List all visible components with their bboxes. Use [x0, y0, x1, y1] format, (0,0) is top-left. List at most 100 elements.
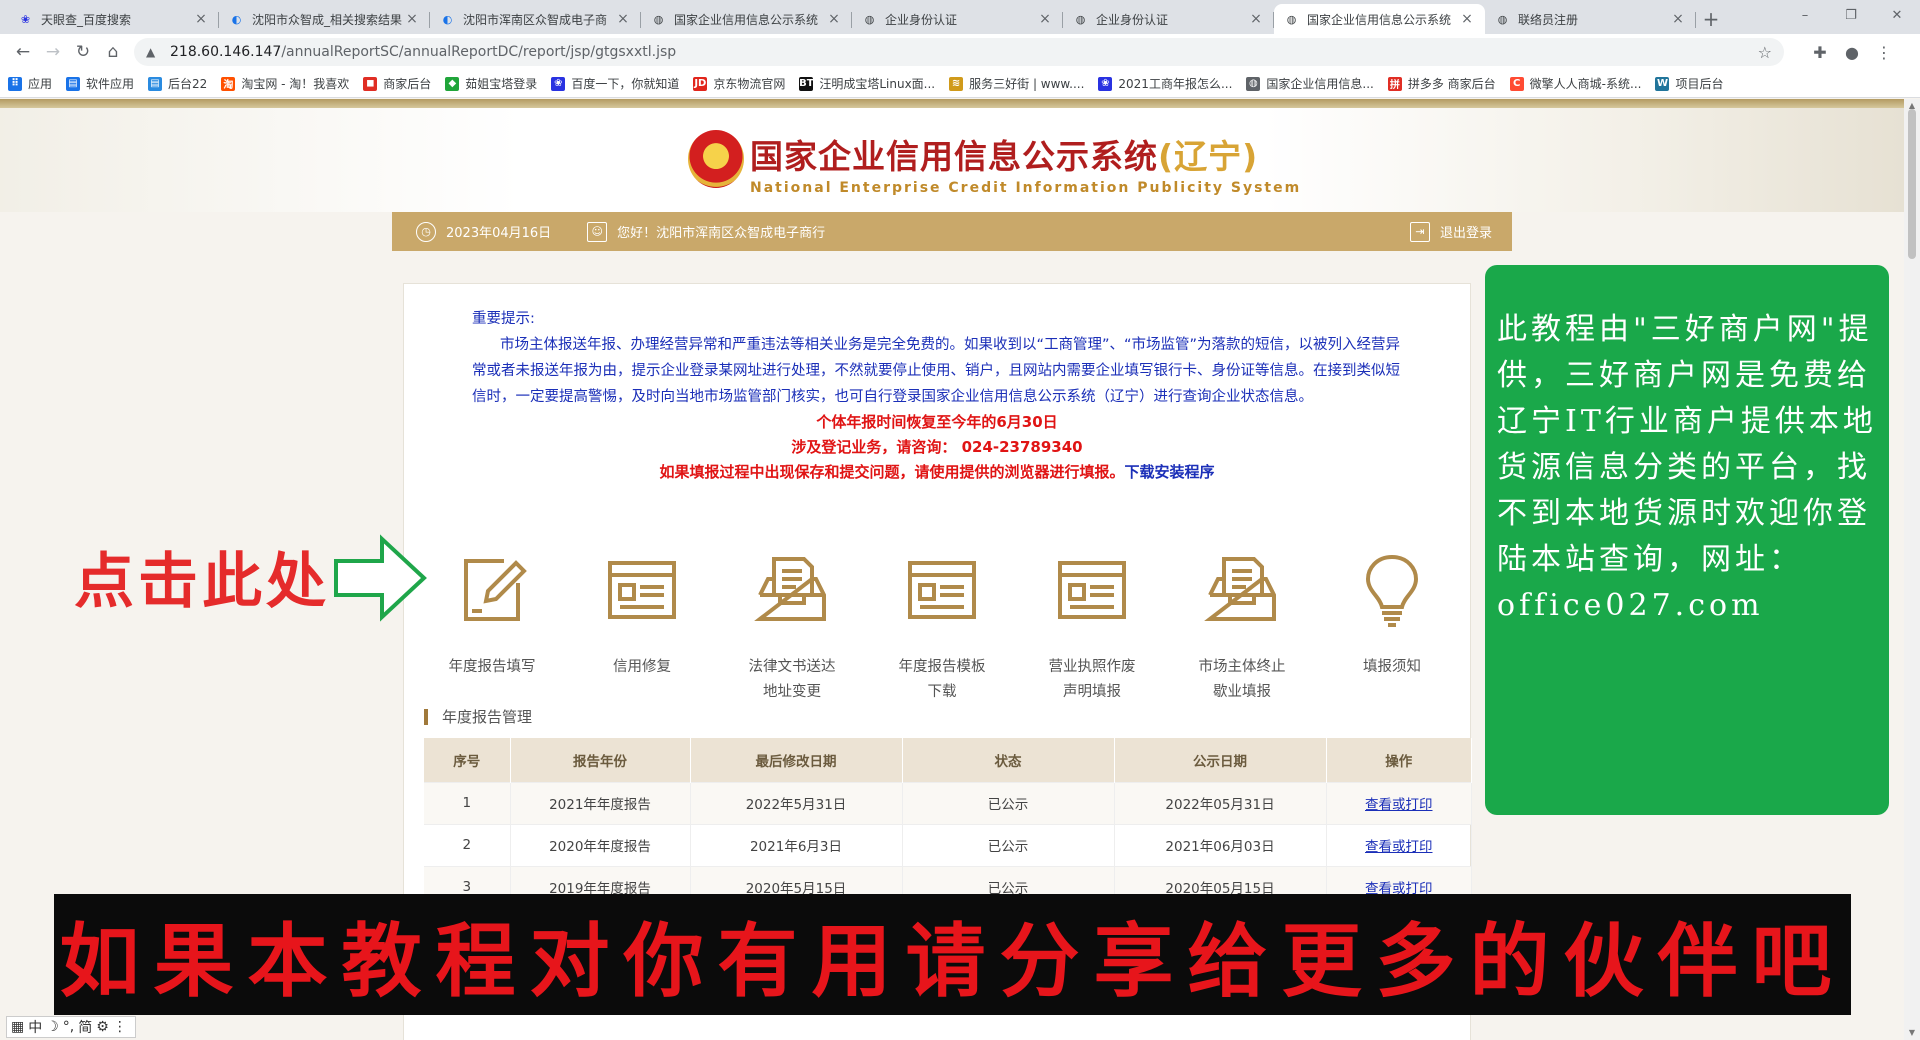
- view-print-link[interactable]: 查看或打印: [1365, 797, 1433, 813]
- ime-settings-icon[interactable]: ⚙: [96, 1019, 109, 1035]
- tab-0[interactable]: ❀ 天眼查_百度搜索 ×: [8, 4, 219, 34]
- close-icon[interactable]: ×: [826, 11, 842, 27]
- ime-toolbar[interactable]: ▦ 中 ☽ °, 简 ⚙ ⋮: [6, 1016, 136, 1038]
- reload-icon[interactable]: ↻: [68, 37, 98, 67]
- national-emblem-icon: [688, 130, 744, 188]
- annual-report-fill-button[interactable]: 年度报告填写: [432, 549, 552, 680]
- close-window-icon[interactable]: ✕: [1874, 0, 1920, 30]
- notice-heading: 重要提示:: [472, 311, 535, 327]
- click-here-annotation: 点击此处: [74, 547, 330, 617]
- restore-icon[interactable]: ❐: [1828, 0, 1874, 30]
- ime-mode[interactable]: 中: [28, 1017, 42, 1037]
- close-icon[interactable]: ×: [193, 11, 209, 27]
- share-banner: 如果本教程对你有用请分享给更多的伙伴吧: [54, 894, 1851, 1015]
- ime-simplified[interactable]: 简: [78, 1017, 92, 1037]
- tab-7[interactable]: ◍ 联络员注册 ×: [1485, 4, 1696, 34]
- tab-4[interactable]: ◍ 企业身份认证 ×: [852, 4, 1063, 34]
- close-icon[interactable]: ×: [1248, 11, 1264, 27]
- bookmark-label: 软件应用: [86, 77, 135, 91]
- address-bar[interactable]: ▲ 218.60.146.147/annualReportSC/annualRe…: [134, 38, 1784, 66]
- credit-repair-button[interactable]: 信用修复: [582, 549, 702, 680]
- close-icon[interactable]: ×: [1459, 11, 1475, 27]
- report-template-download-button[interactable]: 年度报告模板 下载: [882, 549, 1002, 705]
- baidu-icon: ❀: [1098, 76, 1113, 91]
- function-label: 填报须知: [1363, 659, 1421, 675]
- wordpress-icon: W: [1655, 76, 1670, 91]
- tab-title: 企业身份认证: [885, 12, 958, 27]
- tab-2[interactable]: ◐ 沈阳市浑南区众智成电子商 ×: [430, 4, 641, 34]
- pdd-icon: 拼: [1387, 76, 1402, 91]
- cell-index: 1: [424, 781, 511, 824]
- bookmark-label: 2021工商年报怎么...: [1118, 77, 1233, 91]
- tab-5[interactable]: ◍ 企业身份认证 ×: [1063, 4, 1274, 34]
- not-secure-icon[interactable]: ▲: [146, 45, 162, 59]
- close-icon[interactable]: ×: [404, 11, 420, 27]
- edit-form-icon: [464, 559, 527, 621]
- license-void-statement-button[interactable]: 营业执照作废 声明填报: [1032, 549, 1152, 705]
- scroll-down-icon[interactable]: ▼: [1904, 1026, 1920, 1040]
- function-label-2: 歇业填报: [1213, 684, 1271, 700]
- bookmark-11[interactable]: ◍ 国家企业信用信息...: [1246, 75, 1374, 92]
- globe-icon: ◍: [1286, 12, 1297, 26]
- ime-grid-icon[interactable]: ▦: [11, 1019, 24, 1035]
- ime-moon-icon[interactable]: ☽: [46, 1019, 59, 1035]
- tab-3[interactable]: ◍ 国家企业信用信息公示系统 ×: [641, 4, 852, 34]
- bookmarks-bar: ⠿ 应用 ▤ 软件应用 ▤ 后台22 淘淘宝网 - 淘！我喜欢 ◼ 商家后台 ◆ 茹姐宝塔…: [0, 70, 1920, 98]
- bookmark-label: 拼多多 商家后台: [1407, 77, 1496, 91]
- bookmark-label: 国家企业信用信息...: [1266, 77, 1374, 91]
- bookmark-3[interactable]: 淘淘宝网 - 淘！我喜欢: [221, 75, 349, 92]
- bookmark-5[interactable]: ◆ 茹姐宝塔登录: [445, 75, 537, 92]
- vertical-scrollbar[interactable]: ▲ ▼: [1904, 99, 1920, 1040]
- tab-6-active[interactable]: ◍ 国家企业信用信息公示系统 ×: [1274, 4, 1485, 34]
- ime-more-icon[interactable]: ⋮: [113, 1019, 127, 1035]
- bookmark-label: 汪明成宝塔Linux面...: [819, 77, 936, 91]
- shield-icon: ◆: [445, 76, 460, 91]
- user-bar: ◷ 2023年04月16日 ☺ 您好！沈阳市浑南区众智成电子商行 ⇥ 退出登录: [392, 212, 1512, 251]
- bookmark-8[interactable]: BT 汪明成宝塔Linux面...: [799, 75, 935, 92]
- clock-icon: ◷: [416, 221, 436, 242]
- bookmark-4[interactable]: ◼ 商家后台: [363, 75, 431, 92]
- forward-icon[interactable]: →: [38, 37, 68, 67]
- bookmark-1[interactable]: ▤ 软件应用: [66, 75, 134, 92]
- globe-icon: ◍: [1075, 12, 1086, 26]
- bookmark-14[interactable]: W 项目后台: [1655, 75, 1723, 92]
- filing-instructions-button[interactable]: 填报须知: [1332, 549, 1452, 680]
- star-icon[interactable]: ☆: [1758, 43, 1772, 62]
- back-icon[interactable]: ←: [8, 37, 38, 67]
- bookmark-9[interactable]: ≋ 服务三好街 | www....: [949, 75, 1084, 92]
- extensions-icon[interactable]: ✚: [1804, 37, 1836, 67]
- bookmark-label: 应用: [28, 77, 53, 91]
- close-icon[interactable]: ×: [615, 11, 631, 27]
- promo-box: 此教程由"三好商户网"提供，三好商户网是免费给辽宁IT行业商户提供本地货源信息分…: [1485, 265, 1889, 815]
- ime-punct-icon[interactable]: °,: [63, 1019, 74, 1035]
- bookmark-12[interactable]: 拼拼多多 商家后台: [1387, 75, 1496, 92]
- apps-grid-icon: ⠿: [8, 76, 22, 91]
- folder-icon: ▤: [148, 76, 163, 91]
- bookmark-13[interactable]: C 微擎人人商城-系统...: [1509, 75, 1641, 92]
- close-icon[interactable]: ×: [1037, 11, 1053, 27]
- url-host: 218.60.146.147: [170, 44, 282, 60]
- scrollbar-thumb[interactable]: [1908, 109, 1916, 259]
- bookmark-apps[interactable]: ⠿ 应用: [8, 75, 52, 92]
- entity-termination-button[interactable]: 市场主体终止 歇业填报: [1182, 549, 1302, 705]
- download-installer-link[interactable]: 下载安装程序: [1125, 463, 1215, 481]
- legal-doc-address-button[interactable]: 法律文书送达 地址变更: [732, 549, 852, 705]
- bookmark-10[interactable]: ❀ 2021工商年报怎么...: [1098, 75, 1232, 92]
- menu-kebab-icon[interactable]: ⋮: [1868, 37, 1900, 67]
- site-title-province: (辽宁): [1158, 137, 1259, 176]
- logout-button[interactable]: ⇥ 退出登录: [1409, 221, 1492, 242]
- home-icon[interactable]: ⌂: [98, 37, 128, 67]
- bookmark-7[interactable]: JD 京东物流官网: [693, 75, 785, 92]
- green-arrow-icon: [334, 534, 427, 622]
- tab-1[interactable]: ◐ 沈阳市众智成_相关搜索结果 ×: [219, 4, 430, 34]
- close-icon[interactable]: ×: [1670, 11, 1686, 27]
- bookmark-2[interactable]: ▤ 后台22: [148, 75, 207, 92]
- cell-index: 2: [424, 823, 511, 866]
- profile-avatar-icon[interactable]: ●: [1836, 37, 1868, 67]
- cell-action: 查看或打印: [1326, 823, 1472, 866]
- minimize-icon[interactable]: –: [1782, 0, 1828, 30]
- new-tab-button[interactable]: +: [1696, 4, 1726, 34]
- view-print-link[interactable]: 查看或打印: [1365, 839, 1433, 855]
- notice-deadline: 个体年报时间恢复至今年的6月30日: [816, 413, 1058, 431]
- bookmark-6[interactable]: ❀ 百度一下，你就知道: [551, 75, 679, 92]
